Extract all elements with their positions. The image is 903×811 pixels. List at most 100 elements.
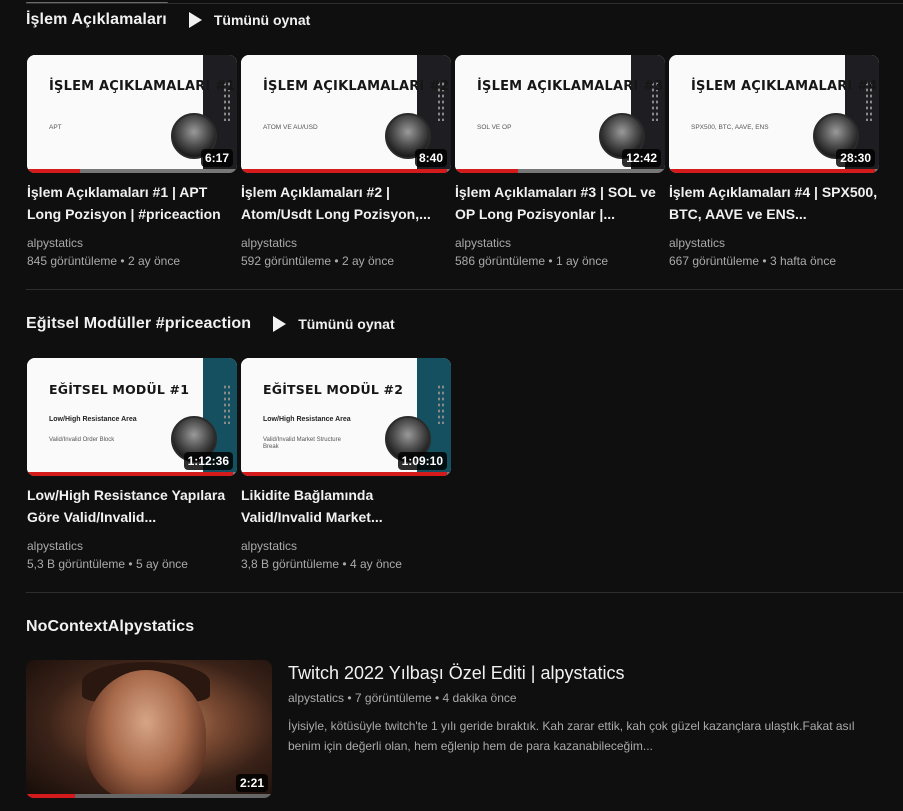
thumbnail-heading: İŞLEM AÇIKLAMALARI #4 — [691, 79, 878, 94]
meta-separator: • — [759, 254, 770, 268]
upload-age: 5 ay önce — [135, 557, 188, 571]
channel-name[interactable]: alpystatics — [669, 234, 879, 252]
watch-progress-bar — [241, 472, 447, 476]
view-count: 5,3 B görüntüleme — [27, 557, 126, 571]
featured-video[interactable]: 2:21 Twitch 2022 Yılbaşı Özel Editi | al… — [26, 660, 876, 800]
meta-separator: • — [125, 557, 136, 571]
watch-progress-bar — [669, 169, 875, 173]
play-all-label: Tümünü oynat — [213, 12, 311, 28]
video-description: İyisiyle, kötüsüyle twitch'te 1 yılı ger… — [288, 719, 855, 753]
play-icon — [188, 12, 202, 28]
duration-badge: 2:21 — [235, 774, 268, 792]
thumbnail-subtitle: APT — [49, 124, 62, 131]
video-meta: 586 görüntüleme • 1 ay önce — [455, 252, 665, 270]
video-card[interactable]: İŞLEM AÇIKLAMALARI #2 ATOM VE AU/USD 8:40 İ… — [241, 55, 451, 270]
channel-name[interactable]: alpystatics — [241, 234, 451, 252]
view-count: 586 görüntüleme — [455, 254, 546, 268]
meta-separator: • — [331, 254, 342, 268]
view-count: 7 görüntüleme — [354, 691, 432, 705]
watch-progress-bar — [27, 169, 80, 173]
thumbnail-subtitle: Low/High Resistance Area — [49, 416, 137, 423]
video-title[interactable]: Twitch 2022 Yılbaşı Özel Editi | alpysta… — [288, 660, 868, 686]
dots-pattern — [437, 384, 445, 424]
duration-badge: 1:12:36 — [183, 452, 233, 470]
meta-separator: • — [117, 254, 128, 268]
upload-age: 3 hafta önce — [769, 254, 837, 268]
play-all-button[interactable]: Tümünü oynat — [188, 12, 311, 28]
video-info: Twitch 2022 Yılbaşı Özel Editi | alpysta… — [288, 660, 868, 756]
thumbnail-subtitle: ATOM VE AU/USD — [263, 124, 318, 131]
play-icon — [273, 316, 287, 332]
dots-pattern — [223, 384, 231, 424]
meta-separator: • — [339, 557, 350, 571]
video-title[interactable]: İşlem Açıklamaları #2 | Atom/Usdt Long P… — [241, 181, 451, 225]
thumbnail-subtitle: SPX500, BTC, AAVE, ENS — [691, 124, 769, 131]
duration-badge: 1:09:10 — [397, 452, 447, 470]
shelf-title[interactable]: NoContextAlpystatics — [26, 618, 194, 636]
section-divider — [26, 289, 903, 290]
video-thumbnail[interactable]: EĞİTSEL MODÜL #1 Low/High Resistance Area… — [27, 358, 237, 476]
duration-badge: 12:42 — [622, 149, 661, 167]
thumbnail-heading: İŞLEM AÇIKLAMALARI #3 — [477, 79, 664, 94]
shelf-header-islem: İşlem Açıklamaları Tümünü oynat — [26, 8, 310, 32]
video-thumbnail[interactable]: 2:21 — [26, 660, 272, 798]
watch-progress-bar — [455, 169, 518, 173]
upload-age: 2 ay önce — [341, 254, 394, 268]
play-all-button[interactable]: Tümünü oynat — [273, 316, 395, 332]
video-thumbnail[interactable]: İŞLEM AÇIKLAMALARI #4 SPX500, BTC, AAVE, … — [669, 55, 879, 173]
thumbnail-panel — [27, 55, 203, 173]
video-title[interactable]: İşlem Açıklamaları #1 | APT Long Pozisyo… — [27, 181, 237, 225]
video-meta: 3,8 B görüntüleme • 4 ay önce — [241, 555, 451, 573]
upload-age: 4 ay önce — [349, 557, 402, 571]
thumbnail-image — [86, 670, 206, 798]
video-thumbnail[interactable]: İŞLEM AÇIKLAMALARI #1 APT 6:17 — [27, 55, 237, 173]
video-card[interactable]: İŞLEM AÇIKLAMALARI #4 SPX500, BTC, AAVE, … — [669, 55, 879, 270]
channel-name[interactable]: alpystatics — [455, 234, 665, 252]
watch-progress-bar — [241, 169, 447, 173]
view-count: 667 görüntüleme — [669, 254, 760, 268]
video-title[interactable]: İşlem Açıklamaları #3 | SOL ve OP Long P… — [455, 181, 665, 225]
upload-age: 2 ay önce — [127, 254, 180, 268]
thumbnail-subtitle: Low/High Resistance Area — [263, 416, 351, 423]
thumbnail-subtitle-2: Valid/Invalid Market Structure Break — [263, 437, 341, 450]
shelf-header-nocontext: NoContextAlpystatics — [26, 615, 194, 639]
top-divider — [26, 3, 903, 4]
video-thumbnail[interactable]: İŞLEM AÇIKLAMALARI #2 ATOM VE AU/USD 8:40 — [241, 55, 451, 173]
video-title[interactable]: İşlem Açıklamaları #4 | SPX500, BTC, AAV… — [669, 181, 879, 225]
shelf-title[interactable]: İşlem Açıklamaları — [26, 11, 167, 29]
video-card[interactable]: EĞİTSEL MODÜL #1 Low/High Resistance Area… — [27, 358, 237, 573]
video-card[interactable]: İŞLEM AÇIKLAMALARI #1 APT 6:17 İşlem Açıkla… — [27, 55, 237, 270]
video-card[interactable]: İŞLEM AÇIKLAMALARI #3 SOL VE OP 12:42 İşlem… — [455, 55, 665, 270]
video-title[interactable]: Low/High Resistance Yapılara Göre Valid/… — [27, 484, 237, 528]
duration-badge: 28:30 — [836, 149, 875, 167]
thumbnail-heading: EĞİTSEL MODÜL #1 — [49, 382, 190, 397]
video-thumbnail[interactable]: EĞİTSEL MODÜL #2 Low/High Resistance Area… — [241, 358, 451, 476]
video-card[interactable]: EĞİTSEL MODÜL #2 Low/High Resistance Area… — [241, 358, 451, 573]
upload-age: 4 dakika önce — [442, 691, 517, 705]
video-meta: 5,3 B görüntüleme • 5 ay önce — [27, 555, 237, 573]
duration-badge: 8:40 — [414, 149, 447, 167]
video-title[interactable]: Likidite Bağlamında Valid/Invalid Market… — [241, 484, 451, 528]
thumbnail-heading: İŞLEM AÇIKLAMALARI #2 — [263, 79, 450, 94]
channel-name[interactable]: alpystatics — [27, 234, 237, 252]
channel-name[interactable]: alpystatics — [241, 537, 451, 555]
channel-name[interactable]: alpystatics — [288, 691, 344, 705]
view-count: 3,8 B görüntüleme — [241, 557, 340, 571]
watch-progress-bar — [27, 472, 233, 476]
thumbnail-panel — [241, 55, 417, 173]
channel-name[interactable]: alpystatics — [27, 537, 237, 555]
video-thumbnail[interactable]: İŞLEM AÇIKLAMALARI #3 SOL VE OP 12:42 — [455, 55, 665, 173]
view-count: 592 görüntüleme — [241, 254, 332, 268]
duration-badge: 6:17 — [200, 149, 233, 167]
play-all-label: Tümünü oynat — [298, 316, 395, 332]
thumbnail-subtitle: SOL VE OP — [477, 124, 512, 131]
meta-separator: • — [434, 691, 443, 705]
thumbnail-heading: EĞİTSEL MODÜL #2 — [263, 382, 404, 397]
shelf-title[interactable]: Eğitsel Modüller #priceaction — [26, 315, 251, 333]
section-divider — [26, 592, 903, 593]
thumbnail-panel — [455, 55, 631, 173]
video-meta: 667 görüntüleme • 3 hafta önce — [669, 252, 879, 270]
thumbnail-panel — [669, 55, 845, 173]
thumbnail-heading: İŞLEM AÇIKLAMALARI #1 — [49, 79, 236, 94]
video-meta: 845 görüntüleme • 2 ay önce — [27, 252, 237, 270]
